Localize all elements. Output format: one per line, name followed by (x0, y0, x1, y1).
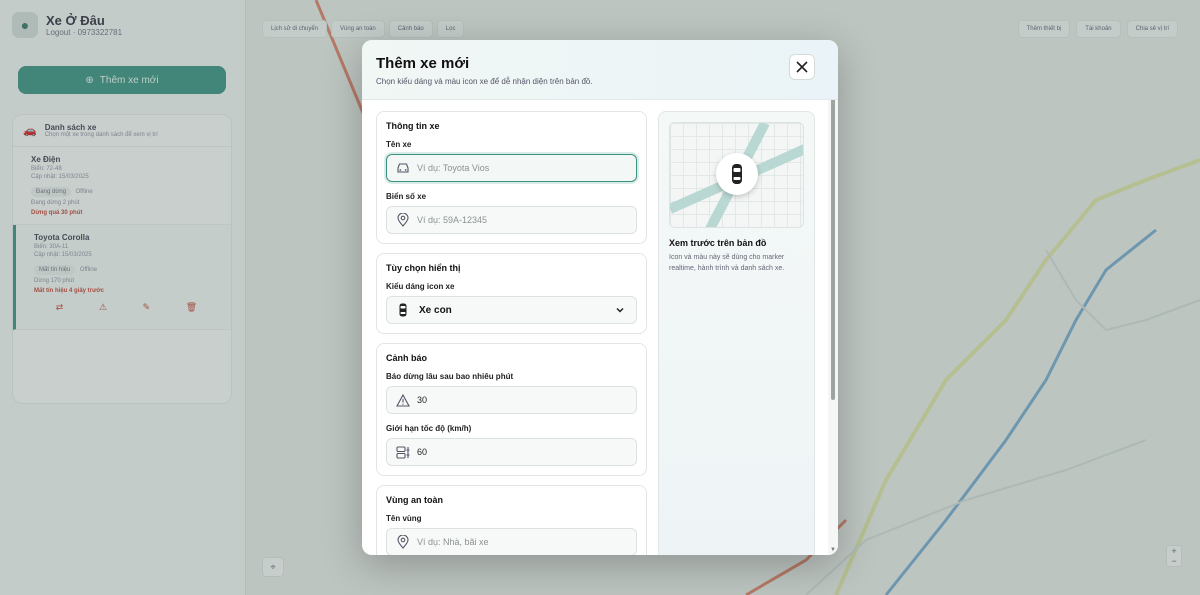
location-pin-icon (396, 213, 410, 227)
stop-alert-label: Báo dừng lâu sau bao nhiêu phút (386, 372, 514, 381)
preview-map (669, 122, 804, 228)
icon-style-label: Kiểu dáng icon xe (386, 282, 455, 291)
plate-field[interactable] (386, 206, 637, 234)
car-icon (396, 161, 410, 175)
preview-description: Icon và màu này sẽ dùng cho marker realt… (669, 254, 785, 272)
vehicle-name-field[interactable] (386, 154, 637, 182)
zone-name-label: Tên vùng (386, 514, 422, 523)
section-title: Thông tin xe (386, 121, 440, 131)
speed-limit-label: Giới hạn tốc độ (km/h) (386, 424, 472, 433)
car-top-icon (732, 164, 742, 184)
add-vehicle-modal: Thêm xe mới Chọn kiểu dáng và màu icon x… (362, 40, 838, 555)
chevron-down-icon (613, 303, 627, 317)
stop-alert-value[interactable]: 30 (417, 395, 427, 405)
modal-title: Thêm xe mới (376, 55, 470, 72)
modal-scrollbar[interactable]: ▲ ▼ (828, 100, 838, 555)
close-icon (796, 61, 808, 73)
scroll-down-icon[interactable]: ▼ (830, 547, 836, 553)
display-options-section: Tùy chọn hiển thị Kiểu dáng icon xe Xe c… (376, 253, 647, 334)
location-pin-icon (396, 535, 410, 549)
section-title: Cảnh báo (386, 353, 428, 363)
vehicle-info-section: Thông tin xe Tên xe Biển số xe (376, 111, 647, 244)
warning-triangle-icon (396, 393, 410, 407)
alerts-section: Cảnh báo Báo dừng lâu sau bao nhiêu phút… (376, 343, 647, 476)
preview-panel: Xem trước trên bản đồ Icon và màu này sẽ… (658, 111, 815, 555)
preview-marker (716, 153, 758, 195)
modal-subtitle: Chọn kiểu dáng và màu icon xe để dễ nhận… (376, 77, 593, 86)
plate-input[interactable] (417, 215, 627, 225)
speed-icon (396, 445, 410, 459)
section-title: Tùy chọn hiển thị (386, 263, 461, 273)
safe-zone-section: Vùng an toàn Tên vùng (376, 485, 647, 555)
form-column: Thông tin xe Tên xe Biển số xe Tù (376, 111, 647, 555)
zone-name-input[interactable] (417, 537, 627, 547)
icon-style-value: Xe con (419, 304, 452, 316)
close-button[interactable] (789, 54, 815, 80)
speed-limit-value[interactable]: 60 (417, 447, 427, 457)
plate-label: Biển số xe (386, 192, 427, 201)
preview-title: Xem trước trên bản đồ (669, 238, 767, 248)
section-title: Vùng an toàn (386, 495, 443, 505)
vehicle-name-input[interactable] (417, 163, 627, 173)
vehicle-name-label: Tên xe (386, 140, 412, 149)
modal-header: Thêm xe mới Chọn kiểu dáng và màu icon x… (362, 40, 838, 100)
speed-limit-field[interactable]: 60 (386, 438, 637, 466)
modal-body: Thông tin xe Tên xe Biển số xe Tù (362, 100, 838, 555)
scroll-thumb[interactable] (831, 100, 835, 400)
stop-alert-field[interactable]: 30 (386, 386, 637, 414)
icon-style-select[interactable]: Xe con (386, 296, 637, 324)
car-top-icon (396, 303, 410, 317)
zone-name-field[interactable] (386, 528, 637, 555)
